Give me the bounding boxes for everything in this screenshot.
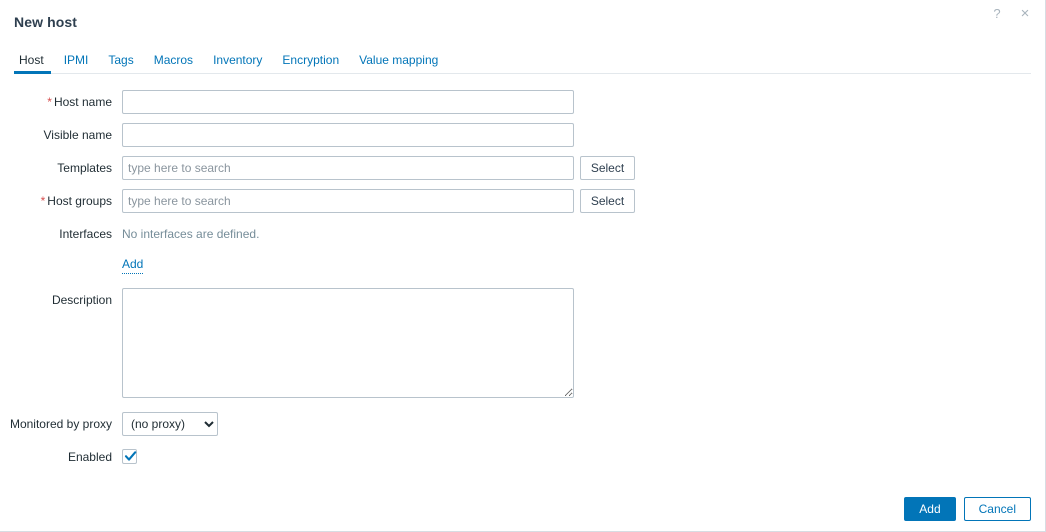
label-description: Description: [51, 293, 112, 307]
field-interface-add: Add: [122, 255, 144, 274]
dialog-header: New host ? ×: [0, 0, 1045, 44]
row-enabled: Enabled: [0, 445, 1045, 469]
close-icon[interactable]: ×: [1017, 5, 1033, 21]
header-controls: ? ×: [989, 5, 1033, 21]
add-interface-link[interactable]: Add: [122, 255, 144, 274]
row-interfaces: Interfaces No interfaces are defined.: [0, 222, 1045, 246]
field-proxy: (no proxy): [122, 412, 218, 436]
row-host-groups: *Host groups Select: [0, 189, 1045, 213]
tab-host[interactable]: Host: [14, 53, 54, 74]
field-templates: Select: [122, 156, 635, 180]
row-visible-name: Visible name: [0, 123, 1045, 147]
label-templates: Templates: [57, 161, 112, 175]
field-host-name: [122, 90, 574, 114]
enabled-checkbox[interactable]: [122, 449, 137, 464]
tab-bar: Host IPMI Tags Macros Inventory Encrypti…: [0, 46, 1045, 74]
templates-input[interactable]: [122, 156, 574, 180]
add-button[interactable]: Add: [904, 497, 956, 521]
cancel-button[interactable]: Cancel: [963, 497, 1031, 521]
field-enabled: [122, 445, 137, 464]
host-groups-select-button[interactable]: Select: [580, 189, 635, 213]
tab-value-mapping[interactable]: Value mapping: [349, 53, 448, 74]
row-description: Description: [0, 288, 1045, 398]
tab-encryption[interactable]: Encryption: [272, 53, 349, 74]
new-host-dialog: New host ? × Host IPMI Tags Macros Inven…: [0, 0, 1046, 532]
host-name-input[interactable]: [122, 90, 574, 114]
description-textarea[interactable]: [122, 288, 574, 398]
required-marker: *: [47, 95, 52, 109]
required-marker: *: [40, 194, 46, 208]
check-icon: [124, 451, 137, 461]
tab-macros[interactable]: Macros: [144, 53, 203, 74]
visible-name-input[interactable]: [122, 123, 574, 147]
proxy-select[interactable]: (no proxy): [122, 412, 218, 436]
label-host-groups: * Host groups: [40, 194, 112, 208]
host-groups-input[interactable]: [122, 189, 574, 213]
dialog-footer: Add Cancel: [904, 497, 1031, 521]
tab-inventory[interactable]: Inventory: [203, 53, 272, 74]
host-form: *Host name Visible name Templates Select…: [0, 74, 1045, 469]
page-title: New host: [14, 14, 78, 30]
row-templates: Templates Select: [0, 156, 1045, 180]
label-visible-name: Visible name: [43, 128, 112, 142]
field-description: [122, 288, 574, 398]
tab-tags[interactable]: Tags: [98, 53, 143, 74]
label-enabled: Enabled: [67, 450, 112, 464]
row-host-name: * Host name: [0, 90, 1045, 114]
label-host-name: * Host name: [47, 95, 112, 109]
tab-ipmi[interactable]: IPMI: [54, 53, 99, 74]
label-monitored-by-proxy: Monitored by proxy: [9, 417, 112, 431]
templates-select-button[interactable]: Select: [580, 156, 635, 180]
field-host-groups: Select: [122, 189, 635, 213]
interfaces-empty-text: No interfaces are defined.: [122, 227, 260, 241]
field-interfaces: No interfaces are defined.: [122, 222, 259, 246]
label-interfaces: Interfaces: [59, 227, 112, 241]
field-visible-name: [122, 123, 574, 147]
row-proxy: Monitored by proxy (no proxy): [0, 412, 1045, 436]
help-icon[interactable]: ?: [989, 5, 1005, 21]
row-interface-add: Add: [0, 255, 1045, 274]
